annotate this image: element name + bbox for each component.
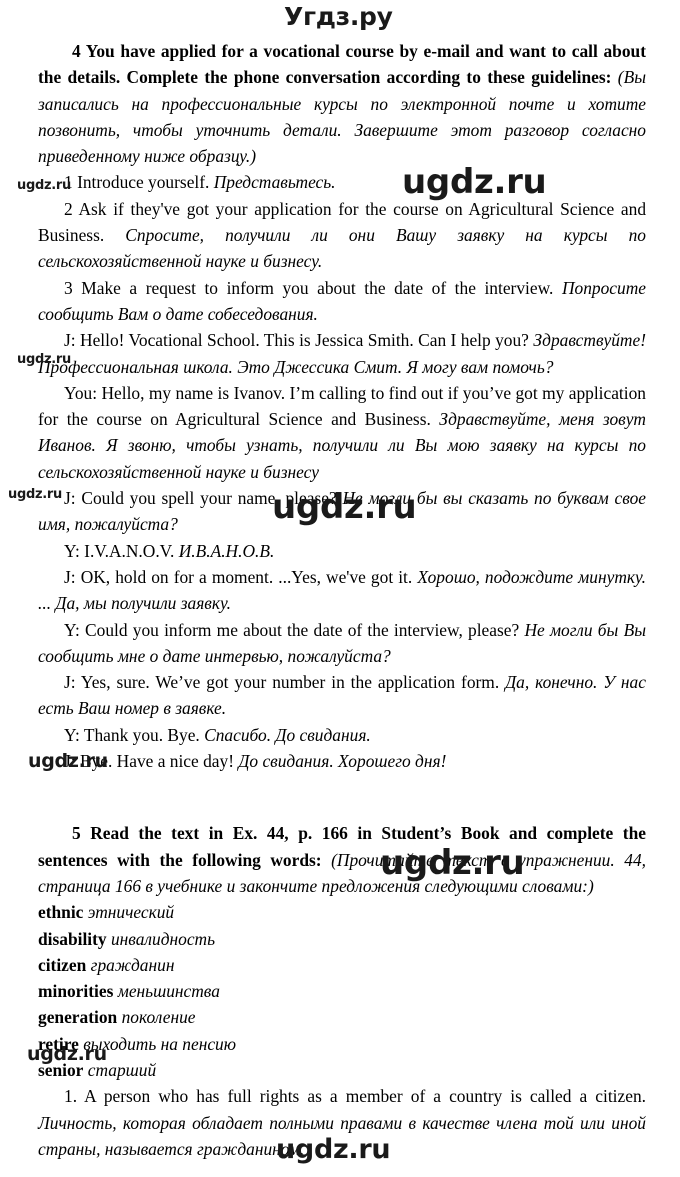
dialogue-line: Y: I.V.A.N.O.V. И.В.А.Н.О.В.	[38, 538, 646, 564]
exercise-4-heading: 4 You have applied for a vocational cour…	[38, 38, 646, 169]
exercise-5-heading: 5 Read the text in Ex. 44, p. 166 in Stu…	[38, 820, 646, 899]
dialogue-speaker: You:	[64, 382, 98, 403]
dialogue-line: J: Yes, sure. We’ve got your number in t…	[38, 669, 646, 722]
dialogue-text-en: Hello! Vocational School. This is Jessic…	[80, 330, 529, 351]
vocabulary-item: citizen гражданин	[38, 952, 646, 978]
vocabulary-item: disability инвалидность	[38, 926, 646, 952]
watermark-small-3: ugdz.ru	[8, 487, 62, 502]
vocabulary-word: minorities	[38, 981, 114, 1002]
watermark-small-2: ugdz.ru	[17, 352, 71, 367]
vocabulary-list: ethnic этнический disability инвалидност…	[38, 899, 646, 1083]
dialogue-speaker: Y:	[64, 540, 80, 561]
dialogue-text-en: OK, hold on for a moment. ...Yes, we've …	[80, 566, 413, 587]
vocabulary-translation: инвалидность	[110, 928, 216, 949]
guideline-text-ru: Спросите, получили ли они Вашу заявку на…	[38, 225, 646, 272]
vocabulary-translation: поколение	[121, 1007, 196, 1028]
guideline-text-en: Make a request to inform you about the d…	[81, 277, 554, 298]
guideline-item: 1 Introduce yourself. Представьтесь.	[38, 169, 646, 195]
guideline-text-ru: Представьтесь.	[213, 172, 336, 193]
guideline-item: 3 Make a request to inform you about the…	[38, 275, 646, 328]
dialogue-text-ru: И.В.А.Н.О.В.	[178, 540, 275, 561]
document-content: 4 You have applied for a vocational cour…	[38, 38, 646, 1162]
guideline-number: 3	[64, 277, 73, 298]
exercise-4-title-en: You have applied for a vocational course…	[38, 41, 646, 88]
vocabulary-translation: гражданин	[90, 954, 175, 975]
dialogue-line: Y: Could you inform me about the date of…	[38, 617, 646, 670]
watermark-footer: ugdz.ru	[276, 1134, 391, 1165]
dialogue-text-en: Thank you. Bye.	[83, 724, 200, 745]
watermark-large-2: ugdz.ru	[272, 487, 417, 527]
vocabulary-item: ethnic этнический	[38, 899, 646, 925]
dialogue-text-en: I.V.A.N.O.V.	[84, 540, 175, 561]
exercise-4-number: 4	[72, 41, 81, 61]
exercise-5-number: 5	[72, 823, 81, 844]
answer-text-en: A person who has full rights as a member…	[84, 1086, 646, 1107]
dialogue-line: J: Bye. Have a nice day! До свидания. Хо…	[38, 748, 646, 774]
dialogue-line: J: OK, hold on for a moment. ...Yes, we'…	[38, 564, 646, 617]
answer-number: 1.	[64, 1086, 78, 1107]
guideline-text-en: Introduce yourself.	[77, 172, 210, 193]
vocabulary-translation: этнический	[87, 902, 175, 923]
guideline-item: 2 Ask if they've got your application fo…	[38, 196, 646, 275]
dialogue-speaker: J:	[64, 330, 76, 351]
dialogue-text-en: Yes, sure. We’ve got your number in the …	[80, 672, 500, 693]
vocabulary-word: generation	[38, 1007, 118, 1028]
vocabulary-item: retire выходить на пенсию	[38, 1031, 646, 1057]
vocabulary-word: disability	[38, 928, 107, 949]
watermark-large-1: ugdz.ru	[402, 162, 547, 202]
watermark-large-3: ugdz.ru	[380, 843, 525, 883]
watermark-top: Угдз.ру	[284, 2, 393, 31]
vocabulary-item: senior старший	[38, 1057, 646, 1083]
vocabulary-item: generation поколение	[38, 1004, 646, 1030]
watermark-small-4: ugdz.ru	[28, 750, 108, 772]
dialogue-speaker: J:	[64, 488, 76, 509]
watermark-small-5: ugdz.ru	[27, 1043, 107, 1065]
document-page: Угдз.ру ugdz.ru ugdz.ru ugdz.ru ugdz.ru …	[0, 0, 680, 1177]
dialogue-text-en: Could you inform me about the date of th…	[85, 619, 520, 640]
dialogue-text-ru: До свидания. Хорошего дня!	[238, 751, 447, 772]
guideline-number: 2	[64, 198, 73, 219]
dialogue-line: Y: Thank you. Bye. Спасибо. До свидания.	[38, 722, 646, 748]
dialogue-text-ru: Спасибо. До свидания.	[204, 724, 371, 745]
dialogue-speaker: Y:	[64, 619, 80, 640]
vocabulary-word: citizen	[38, 954, 87, 975]
vocabulary-item: minorities меньшинства	[38, 978, 646, 1004]
watermark-small-1: ugdz.ru	[17, 178, 71, 193]
dialogue-line: J: Hello! Vocational School. This is Jes…	[38, 327, 646, 380]
dialogue-speaker: Y:	[64, 724, 80, 745]
vocabulary-word: ethnic	[38, 902, 84, 923]
dialogue-speaker: J:	[64, 566, 76, 587]
vocabulary-translation: меньшинства	[117, 981, 220, 1002]
dialogue-line: You: Hello, my name is Ivanov. I’m calli…	[38, 380, 646, 485]
dialogue-speaker: J:	[64, 672, 76, 693]
